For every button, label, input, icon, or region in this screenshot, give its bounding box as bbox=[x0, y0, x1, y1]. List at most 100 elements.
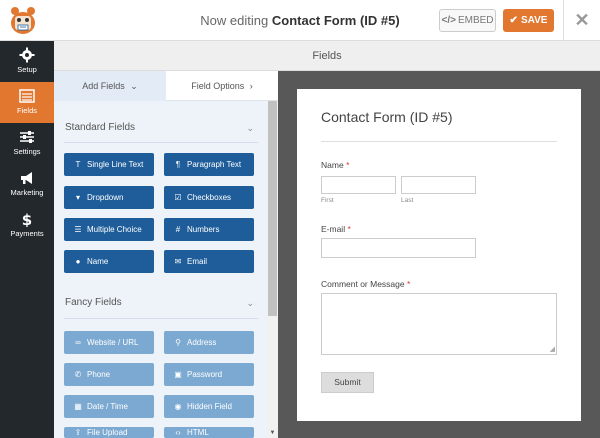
title-prefix: Now editing bbox=[200, 13, 269, 28]
fields-panel: Add Fields ⌄ Field Options › Standard Fi… bbox=[54, 71, 278, 438]
required-mark: * bbox=[346, 160, 350, 170]
field-button-label: Numbers bbox=[187, 225, 220, 234]
first-name-input[interactable] bbox=[321, 176, 396, 194]
sidebar-item-fields[interactable]: Fields bbox=[0, 82, 54, 123]
list-bullets-icon: ☰ bbox=[74, 225, 82, 234]
save-label: SAVE bbox=[520, 15, 548, 26]
add-field-email[interactable]: ✉ Email bbox=[164, 250, 254, 273]
label-text: Name bbox=[321, 160, 344, 170]
fields-title: Fields bbox=[312, 50, 342, 62]
field-button-label: Hidden Field bbox=[187, 402, 232, 411]
add-field-date-time[interactable]: ▦ Date / Time bbox=[64, 395, 154, 418]
text-icon: T bbox=[75, 160, 81, 169]
calendar-icon: ▦ bbox=[74, 402, 82, 411]
link-icon: ∞ bbox=[75, 338, 81, 347]
sidebar: Setup Fields Settings Marketing $ Paymen… bbox=[0, 41, 54, 438]
message-field-label: Comment or Message * bbox=[321, 279, 410, 289]
email-field-label: E-mail * bbox=[321, 224, 351, 234]
sidebar-item-payments[interactable]: $ Payments bbox=[0, 205, 54, 246]
sliders-icon bbox=[20, 131, 34, 143]
sidebar-item-label: Payments bbox=[10, 229, 44, 238]
code-icon: </> bbox=[441, 15, 456, 26]
add-field-address[interactable]: ⚲ Address bbox=[164, 331, 254, 354]
chevron-down-icon: ⌄ bbox=[246, 123, 254, 133]
submit-button[interactable]: Submit bbox=[321, 372, 374, 393]
name-field-label: Name * bbox=[321, 160, 349, 170]
divider bbox=[64, 318, 258, 319]
fancy-fields-header[interactable]: Fancy Fields ⌄ bbox=[54, 288, 268, 318]
dollar-icon: $ bbox=[22, 211, 32, 227]
tab-label: Field Options bbox=[191, 81, 245, 91]
sidebar-item-label: Fields bbox=[16, 106, 37, 115]
field-button-label: Multiple Choice bbox=[87, 225, 142, 234]
wpforms-logo-icon bbox=[11, 7, 35, 34]
field-button-label: Name bbox=[87, 257, 109, 266]
last-sublabel: Last bbox=[401, 197, 414, 204]
label-text: Comment or Message bbox=[321, 279, 405, 289]
required-mark: * bbox=[347, 224, 351, 234]
hash-icon: # bbox=[175, 225, 181, 234]
code-icon: ‹› bbox=[175, 428, 181, 437]
embed-button[interactable]: </> EMBED bbox=[439, 9, 496, 32]
sidebar-item-setup[interactable]: Setup bbox=[0, 41, 54, 82]
label-text: E-mail bbox=[321, 224, 346, 234]
envelope-icon: ✉ bbox=[174, 257, 182, 266]
close-icon[interactable]: ✕ bbox=[564, 0, 600, 41]
add-field-hidden-field[interactable]: ◉ Hidden Field bbox=[164, 395, 254, 418]
required-mark: * bbox=[407, 279, 411, 289]
chevron-down-icon: ⌄ bbox=[246, 298, 254, 308]
first-sublabel: First bbox=[321, 197, 334, 204]
checkbox-icon: ☑ bbox=[174, 193, 182, 202]
add-field-dropdown[interactable]: ▾ Dropdown bbox=[64, 186, 154, 209]
add-field-file-upload[interactable]: ⇪ File Upload bbox=[64, 427, 154, 438]
field-button-label: Paragraph Text bbox=[187, 160, 242, 169]
add-field-website-url[interactable]: ∞ Website / URL bbox=[64, 331, 154, 354]
scrollbar-thumb[interactable] bbox=[268, 101, 277, 316]
field-button-label: Password bbox=[187, 370, 223, 379]
add-field-numbers[interactable]: # Numbers bbox=[164, 218, 254, 241]
section-title: Fancy Fields bbox=[65, 297, 122, 308]
email-input[interactable] bbox=[321, 238, 476, 258]
fields-title-bar: Fields bbox=[54, 41, 600, 71]
megaphone-icon bbox=[21, 172, 32, 184]
svg-text:$: $ bbox=[22, 211, 32, 227]
page-title: Now editing Contact Form (ID #5) bbox=[150, 13, 450, 28]
add-field-paragraph-text[interactable]: ¶ Paragraph Text bbox=[164, 153, 254, 176]
field-button-label: File Upload bbox=[87, 428, 128, 437]
top-bar: Now editing Contact Form (ID #5) </> EMBE… bbox=[0, 0, 600, 41]
field-button-label: Dropdown bbox=[87, 193, 124, 202]
resize-grip-icon[interactable]: ◢ bbox=[550, 346, 555, 353]
field-button-label: Website / URL bbox=[87, 338, 139, 347]
sidebar-item-settings[interactable]: Settings bbox=[0, 123, 54, 164]
tab-field-options[interactable]: Field Options › bbox=[166, 71, 278, 101]
title-form-name: Contact Form (ID #5) bbox=[271, 13, 400, 28]
upload-icon: ⇪ bbox=[74, 428, 82, 437]
add-field-multiple-choice[interactable]: ☰ Multiple Choice bbox=[64, 218, 154, 241]
tab-add-fields[interactable]: Add Fields ⌄ bbox=[54, 71, 166, 101]
add-field-html[interactable]: ‹› HTML bbox=[164, 427, 254, 438]
sidebar-item-marketing[interactable]: Marketing bbox=[0, 164, 54, 205]
add-field-name[interactable]: ● Name bbox=[64, 250, 154, 273]
chevron-right-icon: › bbox=[249, 81, 253, 91]
add-field-single-line-text[interactable]: T Single Line Text bbox=[64, 153, 154, 176]
add-field-phone[interactable]: ✆ Phone bbox=[64, 363, 154, 386]
user-icon: ● bbox=[75, 257, 81, 266]
divider bbox=[321, 141, 557, 142]
form-title: Contact Form (ID #5) bbox=[321, 109, 453, 125]
field-button-label: Email bbox=[187, 257, 208, 266]
tab-label: Add Fields bbox=[82, 81, 125, 91]
last-name-input[interactable] bbox=[401, 176, 476, 194]
save-button[interactable]: ✔ SAVE bbox=[503, 9, 554, 32]
embed-label: EMBED bbox=[457, 15, 494, 26]
section-title: Standard Fields bbox=[65, 122, 136, 133]
form-preview: Contact Form (ID #5) Name * First Last E… bbox=[297, 89, 581, 421]
divider bbox=[64, 142, 258, 143]
message-textarea[interactable]: ◢ bbox=[321, 293, 557, 355]
phone-icon: ✆ bbox=[74, 370, 82, 379]
add-field-checkboxes[interactable]: ☑ Checkboxes bbox=[164, 186, 254, 209]
panel-tabs: Add Fields ⌄ Field Options › bbox=[54, 71, 278, 101]
scroll-down-arrow-icon[interactable]: ▼ bbox=[267, 428, 278, 438]
standard-fields-header[interactable]: Standard Fields ⌄ bbox=[54, 113, 268, 143]
check-icon: ✔ bbox=[509, 15, 518, 26]
add-field-password[interactable]: ▣ Password bbox=[164, 363, 254, 386]
